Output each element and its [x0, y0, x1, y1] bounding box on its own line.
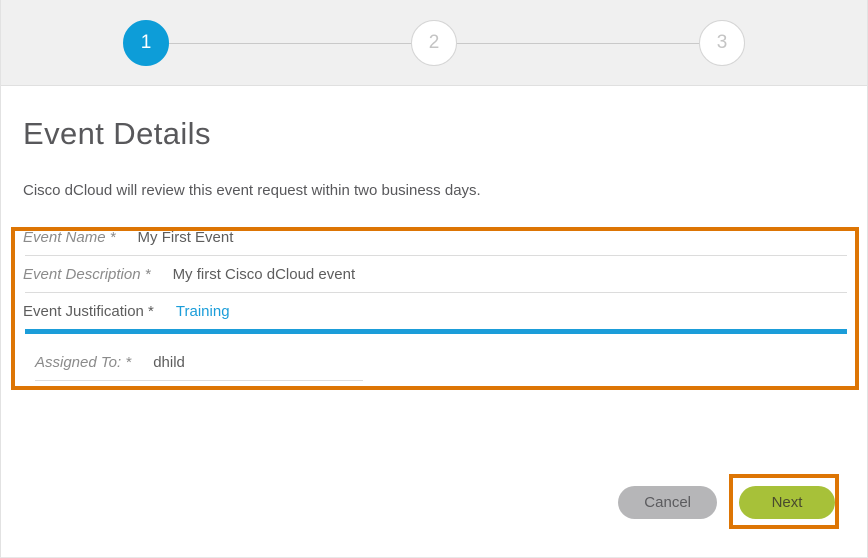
- cancel-button[interactable]: Cancel: [618, 486, 717, 519]
- wizard-step-1[interactable]: 1: [123, 20, 169, 66]
- field-event-name[interactable]: Event Name * My First Event: [23, 219, 845, 255]
- field-event-justification[interactable]: Event Justification * Training: [23, 293, 845, 329]
- field-event-justification-value[interactable]: Training: [176, 303, 230, 320]
- field-event-name-value[interactable]: My First Event: [138, 229, 234, 246]
- field-event-justification-label: Event Justification *: [23, 303, 154, 320]
- field-assigned-to-underline: [35, 380, 363, 381]
- wizard-progress-bar: 1 2 3: [1, 0, 867, 86]
- wizard-steps: 1 2 3: [123, 0, 745, 86]
- field-event-description-label: Event Description *: [23, 266, 151, 283]
- wizard-step-2-label: 2: [428, 32, 440, 53]
- wizard-step-2[interactable]: 2: [411, 20, 457, 66]
- field-event-description-value[interactable]: My first Cisco dCloud event: [173, 266, 356, 283]
- event-details-form: Event Name * My First Event Event Descri…: [23, 219, 847, 381]
- field-assigned-to[interactable]: Assigned To: * dhild: [23, 334, 845, 380]
- next-button[interactable]: Next: [739, 486, 835, 519]
- field-assigned-to-value[interactable]: dhild: [153, 354, 185, 371]
- intro-text: Cisco dCloud will review this event requ…: [23, 182, 481, 199]
- wizard-step-3-label: 3: [716, 32, 728, 53]
- field-event-name-label: Event Name *: [23, 229, 116, 246]
- wizard-step-1-label: 1: [140, 32, 152, 53]
- page-title: Event Details: [23, 116, 211, 151]
- form-actions: Cancel Next: [618, 486, 835, 519]
- event-details-page: 1 2 3 Event Details Cisco dCloud will re…: [0, 0, 868, 558]
- field-assigned-to-label: Assigned To: *: [35, 354, 132, 371]
- field-event-description[interactable]: Event Description * My first Cisco dClou…: [23, 256, 845, 292]
- main-content: Event Details Cisco dCloud will review t…: [1, 86, 867, 381]
- wizard-step-3[interactable]: 3: [699, 20, 745, 66]
